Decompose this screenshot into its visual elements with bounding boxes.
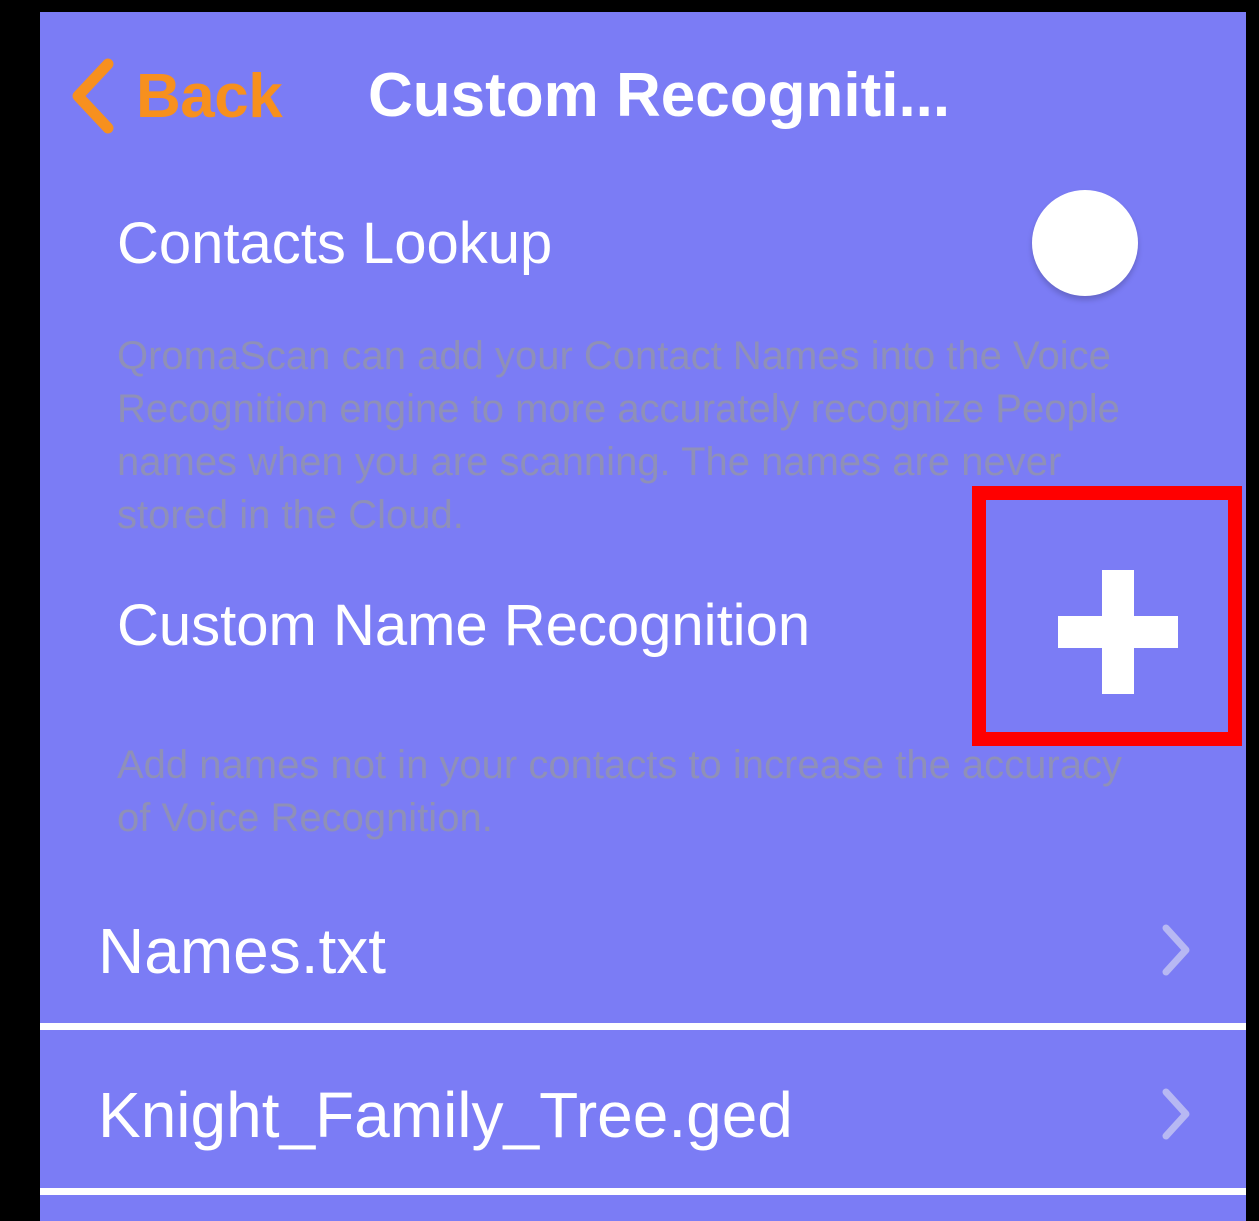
file-name: Names.txt [98,915,387,987]
add-custom-names-button[interactable] [972,486,1242,746]
custom-name-recognition-description: Add names not in your contacts to increa… [117,743,1122,840]
contacts-lookup-label: Contacts Lookup [117,211,553,276]
settings-screen: Back Custom Recogniti... Contacts Lookup… [40,12,1246,1221]
page-title: Custom Recogniti... [368,61,951,130]
row-separator [40,1023,1246,1030]
contacts-lookup-toggle[interactable] [1032,190,1138,296]
file-name: Knight_Family_Tree.ged [98,1079,793,1151]
plus-icon [1058,570,1178,694]
chevron-right-icon [1162,1088,1190,1140]
file-row-names-txt[interactable]: Names.txt [40,872,1246,1022]
chevron-left-icon [72,58,114,134]
back-label: Back [136,61,283,131]
file-row-knight-family-tree[interactable]: Knight_Family_Tree.ged [40,1036,1246,1186]
custom-name-recognition-label: Custom Name Recognition [117,593,811,658]
back-button[interactable]: Back [70,56,283,136]
chevron-right-icon [1162,924,1190,976]
row-separator [40,1188,1246,1195]
